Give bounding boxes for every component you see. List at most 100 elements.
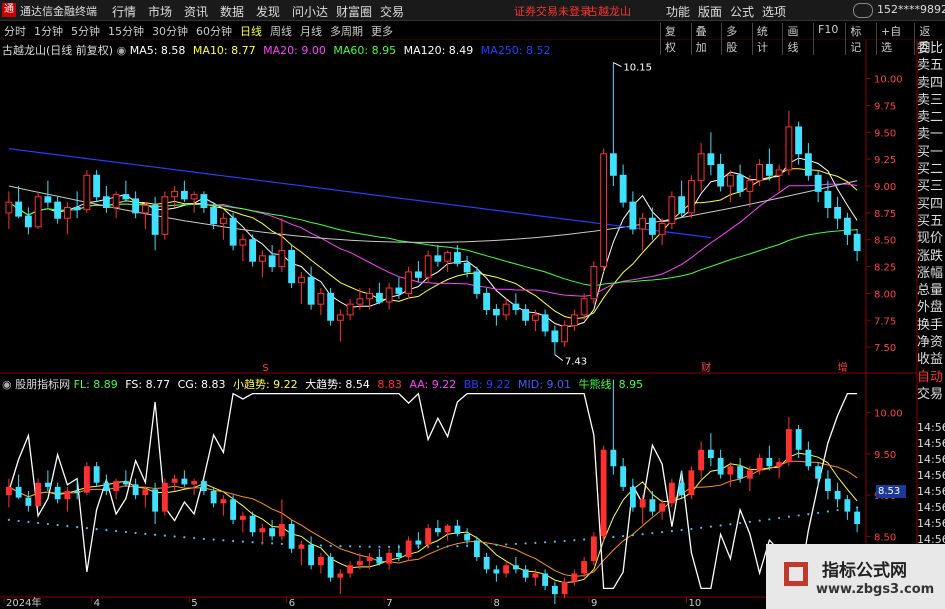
sub-dot xyxy=(7,518,10,521)
candle-body xyxy=(765,164,773,176)
sub-dot xyxy=(378,545,381,548)
sub-dot xyxy=(193,536,196,540)
sub-dot xyxy=(368,545,371,548)
time-row: 14:56 xyxy=(917,453,945,466)
candle-body xyxy=(648,217,656,235)
sub-dot xyxy=(329,544,332,547)
sub-candle-body xyxy=(776,462,783,467)
side-earnings[interactable]: 收益 xyxy=(917,351,945,368)
y-tick-label: 8.50 xyxy=(874,236,896,247)
y-tick-label: 10.00 xyxy=(874,75,903,86)
side-sell1[interactable]: 卖一 xyxy=(917,126,945,143)
side-sell3[interactable]: 卖三 xyxy=(917,92,945,109)
sub-dot xyxy=(319,544,322,547)
side-turnover[interactable]: 换手 xyxy=(917,317,945,334)
side-price[interactable]: 现价 xyxy=(917,230,945,247)
sub-dot xyxy=(436,545,439,548)
y-tick-label: 8.00 xyxy=(874,289,896,300)
sub-candle-body xyxy=(298,544,305,549)
side-trade[interactable]: 交易 xyxy=(917,386,945,403)
sub-dot xyxy=(651,532,654,535)
sub-candle-body xyxy=(395,552,402,557)
candle-body xyxy=(561,325,569,343)
side-sell4[interactable]: 卖四 xyxy=(917,75,945,92)
sub-candle-body xyxy=(756,458,763,471)
y-tick-label: 7.50 xyxy=(874,343,896,354)
sub-candle-body xyxy=(834,491,841,500)
candle-body xyxy=(795,126,803,155)
kline-chart[interactable]: 10.00 9.75 9.50 9.25 9.00 8.75 8.50 8.25 8.00 7.7… xyxy=(0,0,945,609)
candle-body xyxy=(249,239,257,262)
sub-dot xyxy=(232,539,235,543)
side-net-asset[interactable]: 净资 xyxy=(917,334,945,351)
sub-dot xyxy=(690,527,693,531)
sub-dot xyxy=(183,536,186,539)
candle-body xyxy=(444,252,452,262)
sub-dot xyxy=(124,530,127,534)
sub-candle-body xyxy=(766,458,773,467)
sub-dot xyxy=(76,526,79,529)
sub-candle-body xyxy=(483,557,490,570)
side-buy2[interactable]: 买二 xyxy=(917,161,945,178)
y-tick-label: 9.25 xyxy=(874,155,896,166)
side-change-pct[interactable]: 涨幅 xyxy=(917,265,945,282)
candle-body xyxy=(141,204,149,214)
sub-candle-body xyxy=(44,482,51,487)
sub-candle-body xyxy=(181,478,188,485)
side-buy3[interactable]: 买三 xyxy=(917,178,945,195)
side-sell2[interactable]: 卖二 xyxy=(917,109,945,126)
candle-body xyxy=(853,233,861,251)
sub-dot xyxy=(349,545,352,548)
candle-body xyxy=(180,190,188,200)
side-outer[interactable]: 外盘 xyxy=(917,299,945,316)
candle-body xyxy=(200,194,208,208)
sub-legend-toggle-icon[interactable]: ◉ xyxy=(2,378,12,391)
candle-body xyxy=(785,126,793,171)
sub-candle-body xyxy=(337,573,344,578)
sub-candle-body xyxy=(707,449,714,458)
sub-candle-body xyxy=(805,449,812,467)
candle-body xyxy=(258,255,266,262)
candle-body xyxy=(600,153,608,268)
sub-dot xyxy=(612,535,615,539)
side-sell5[interactable]: 卖五 xyxy=(917,57,945,74)
legend-value: 8.83 xyxy=(377,378,402,391)
candle-body xyxy=(639,217,647,230)
sub-dot xyxy=(134,531,137,535)
legend-bb: BB: 9.22 xyxy=(463,378,511,391)
sub-dot xyxy=(514,542,517,546)
side-weibi[interactable]: 委比 xyxy=(917,40,945,57)
side-buy1[interactable]: 买一 xyxy=(917,144,945,161)
sub-dot xyxy=(505,543,508,546)
sub-candle-body xyxy=(688,470,695,496)
candle-body xyxy=(5,201,13,214)
legend-toggle-icon[interactable]: ◉ xyxy=(117,44,127,57)
sub-dot xyxy=(202,537,205,540)
candle-body xyxy=(54,201,62,219)
sub-candle-body xyxy=(581,561,588,574)
sub-dot xyxy=(173,535,176,538)
side-buy5[interactable]: 买五 xyxy=(917,213,945,230)
candle-body xyxy=(210,207,218,225)
sub-candle-body xyxy=(64,491,71,500)
sub-candle-body xyxy=(824,478,831,491)
sub-dot xyxy=(544,541,547,544)
side-volume[interactable]: 总量 xyxy=(917,282,945,299)
time-row: 14:56 xyxy=(917,437,945,450)
sub-candle-body xyxy=(785,429,792,463)
candle-body xyxy=(697,153,705,182)
candle-body xyxy=(414,271,422,278)
sub-candle-body xyxy=(132,484,139,496)
legend-fs: FS: 8.77 xyxy=(125,378,171,391)
candle-body xyxy=(502,303,510,316)
side-buy4[interactable]: 买四 xyxy=(917,196,945,213)
side-auto[interactable]: 自动 xyxy=(917,369,945,386)
candle-body xyxy=(726,174,734,187)
time-row: 14:56 xyxy=(917,469,945,482)
candle-body xyxy=(405,271,413,294)
sub-candle-body xyxy=(239,515,246,520)
sub-candle-body xyxy=(600,449,607,537)
side-change[interactable]: 涨跌 xyxy=(917,248,945,265)
sub-dot xyxy=(729,523,732,526)
x-tick-label: 9 xyxy=(591,598,597,609)
